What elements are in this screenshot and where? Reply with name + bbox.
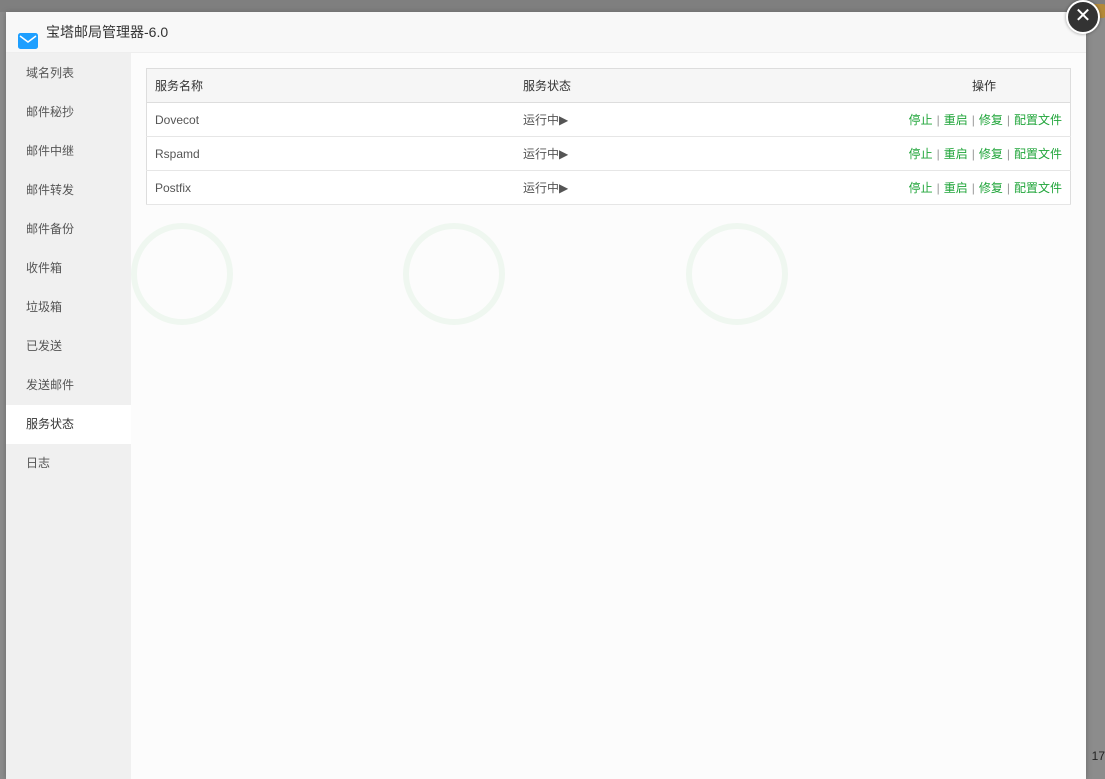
sidebar-item-mail-backup[interactable]: 邮件备份 [6, 210, 131, 249]
sidebar-item-spam[interactable]: 垃圾箱 [6, 288, 131, 327]
background-corner-number: 17 [1091, 749, 1105, 763]
col-header-actions: 操作 [666, 68, 1071, 103]
config-file-button[interactable]: 配置文件 [1014, 147, 1062, 161]
repair-button[interactable]: 修复 [979, 181, 1003, 195]
mail-icon [18, 24, 38, 49]
dialog-body: 域名列表 邮件秘抄 邮件中继 邮件转发 邮件备份 收件箱 垃圾箱 已发送 发送邮… [6, 53, 1086, 779]
repair-button[interactable]: 修复 [979, 147, 1003, 161]
service-status: 运行中▶ [515, 102, 667, 137]
service-name: Rspamd [146, 136, 515, 171]
service-actions: 停止 | 重启 | 修复 | 配置文件 [666, 136, 1071, 171]
service-actions: 停止 | 重启 | 修复 | 配置文件 [666, 102, 1071, 137]
sidebar-item-send-mail[interactable]: 发送邮件 [6, 366, 131, 405]
table-row: Postfix 运行中▶ 停止 | 重启 | 修复 | 配置文件 [146, 170, 1071, 205]
config-file-button[interactable]: 配置文件 [1014, 113, 1062, 127]
sidebar: 域名列表 邮件秘抄 邮件中继 邮件转发 邮件备份 收件箱 垃圾箱 已发送 发送邮… [6, 53, 131, 779]
sidebar-item-sent[interactable]: 已发送 [6, 327, 131, 366]
sidebar-item-logs[interactable]: 日志 [6, 444, 131, 483]
col-header-service-name: 服务名称 [146, 68, 515, 103]
mail-manager-dialog: 宝塔邮局管理器-6.0 ✕ 域名列表 邮件秘抄 邮件中继 邮件转发 邮件备份 收… [6, 0, 1100, 779]
dialog-title: 宝塔邮局管理器-6.0 [46, 24, 169, 40]
table-row: Rspamd 运行中▶ 停止 | 重启 | 修复 | 配置文件 [146, 136, 1071, 171]
sidebar-item-domain-list[interactable]: 域名列表 [6, 54, 131, 93]
main-content: 服务名称 服务状态 操作 Dovecot 运行中▶ 停止 | 重启 | 修复 | 配置文件 [131, 53, 1086, 779]
stop-button[interactable]: 停止 [909, 181, 933, 195]
stop-button[interactable]: 停止 [909, 147, 933, 161]
restart-button[interactable]: 重启 [944, 147, 968, 161]
stop-button[interactable]: 停止 [909, 113, 933, 127]
dialog-title-bar: 宝塔邮局管理器-6.0 [6, 12, 1086, 53]
service-status: 运行中▶ [515, 170, 667, 205]
repair-button[interactable]: 修复 [979, 113, 1003, 127]
service-status: 运行中▶ [515, 136, 667, 171]
close-icon[interactable]: ✕ [1066, 0, 1100, 34]
sidebar-item-service-status[interactable]: 服务状态 [6, 405, 131, 444]
background-strip [0, 0, 1105, 12]
service-table: 服务名称 服务状态 操作 Dovecot 运行中▶ 停止 | 重启 | 修复 | 配置文件 [146, 68, 1071, 205]
sidebar-item-mail-forward[interactable]: 邮件转发 [6, 171, 131, 210]
sidebar-item-mail-relay[interactable]: 邮件中继 [6, 132, 131, 171]
restart-button[interactable]: 重启 [944, 181, 968, 195]
service-actions: 停止 | 重启 | 修复 | 配置文件 [666, 170, 1071, 205]
sidebar-item-inbox[interactable]: 收件箱 [6, 249, 131, 288]
sidebar-item-mail-bcc[interactable]: 邮件秘抄 [6, 93, 131, 132]
table-header-row: 服务名称 服务状态 操作 [146, 68, 1071, 103]
config-file-button[interactable]: 配置文件 [1014, 181, 1062, 195]
col-header-service-status: 服务状态 [515, 68, 667, 103]
table-row: Dovecot 运行中▶ 停止 | 重启 | 修复 | 配置文件 [146, 102, 1071, 137]
service-name: Dovecot [146, 102, 515, 137]
restart-button[interactable]: 重启 [944, 113, 968, 127]
service-name: Postfix [146, 170, 515, 205]
